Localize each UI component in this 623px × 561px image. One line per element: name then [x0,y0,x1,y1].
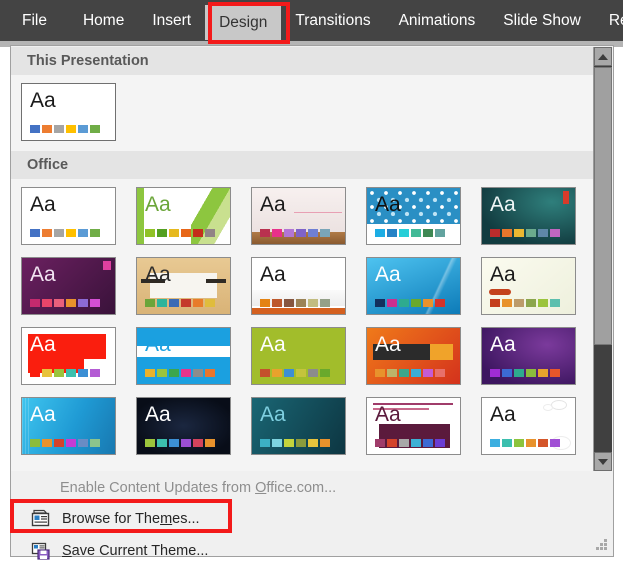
menu-item-label: Save Current Theme... [62,543,209,559]
theme-preview-text: Aa [30,403,56,426]
theme-color-swatches [260,299,330,307]
theme-thumbnail[interactable]: Aa [481,327,576,385]
theme-color-swatches [260,439,330,447]
menu-item-label: Browse for Themes... [62,511,200,527]
ribbon-tab-design[interactable]: Design [205,4,282,40]
theme-thumbnail[interactable]: Aa [251,397,346,455]
theme-thumbnail[interactable]: Aa [366,397,461,455]
theme-color-swatches [375,369,445,377]
menu-item-label: Enable Content Updates from Office.com..… [60,480,337,496]
theme-color-swatches [30,125,100,133]
theme-preview-text: Aa [375,333,401,356]
theme-preview-text: Aa [260,263,286,286]
theme-color-swatches [30,299,100,307]
resize-grip[interactable] [595,538,607,550]
theme-color-swatches [145,439,215,447]
theme-thumbnail[interactable]: Aa [136,327,231,385]
theme-color-swatches [30,369,100,377]
theme-color-swatches [490,369,560,377]
scrollbar-thumb[interactable] [594,67,612,345]
theme-color-swatches [145,369,215,377]
theme-thumbnail[interactable]: Aa [21,397,116,455]
ribbon-tab-home[interactable]: Home [69,0,138,41]
theme-thumbnail[interactable]: Aa [366,327,461,385]
theme-color-swatches [375,299,445,307]
theme-preview-text: Aa [490,263,516,286]
theme-thumbnail[interactable]: Aa [21,327,116,385]
theme-preview-text: Aa [30,89,56,112]
theme-thumbnail[interactable]: Aa [251,187,346,245]
ribbon-tab-insert[interactable]: Insert [138,0,205,41]
chevron-down-icon [598,458,608,465]
theme-thumbnail[interactable]: Aa [136,397,231,455]
theme-preview-text: Aa [375,193,401,216]
themes-gallery-panel: This Presentation Office Enable Content … [10,45,614,560]
theme-preview-text: Aa [145,403,171,426]
theme-color-swatches [145,229,215,237]
section-header-this-presentation: This Presentation [11,47,595,75]
menu-item-browse-for-themes[interactable]: Browse for Themes... [12,504,596,534]
theme-preview-text: Aa [260,333,286,356]
theme-preview-text: Aa [260,193,286,216]
ribbon-tab-slide-show[interactable]: Slide Show [489,0,595,41]
theme-thumbnail[interactable]: Aa [251,257,346,315]
theme-thumbnail[interactable]: Aa [481,257,576,315]
gallery-scrollbar[interactable] [593,47,612,471]
theme-preview-text: Aa [30,193,56,216]
theme-color-swatches [490,439,560,447]
theme-color-swatches [145,299,215,307]
browse-folder-icon [30,508,54,530]
ribbon-tab-review[interactable]: Revi [595,0,623,41]
theme-preview-text: Aa [145,263,171,286]
section-header-office: Office [11,151,595,179]
theme-preview-text: Aa [490,193,516,216]
chevron-up-icon [598,53,608,60]
theme-thumbnail[interactable]: Aa [481,187,576,245]
menu-item-enable-content-updates[interactable]: Enable Content Updates from Office.com..… [12,473,596,503]
theme-color-swatches [375,439,445,447]
scroll-up-button[interactable] [594,47,612,66]
ribbon-tab-animations[interactable]: Animations [385,0,490,41]
theme-color-swatches [490,299,560,307]
theme-preview-text: Aa [145,333,171,356]
powerpoint-design-gallery: File Home Insert Design Transitions Anim… [0,0,623,561]
theme-color-swatches [260,229,330,237]
theme-color-swatches [260,369,330,377]
theme-preview-text: Aa [490,403,516,426]
theme-preview-text: Aa [30,263,56,286]
theme-preview-text: Aa [145,193,171,216]
theme-preview-text: Aa [490,333,516,356]
scroll-down-button[interactable] [594,452,612,471]
theme-preview-text: Aa [30,333,56,356]
theme-thumbnail[interactable]: Aa [21,83,116,141]
theme-thumbnail[interactable]: Aa [136,257,231,315]
theme-preview-text: Aa [375,263,401,286]
menu-item-save-current-theme[interactable]: Save Current Theme... [12,536,596,561]
theme-thumbnail[interactable]: Aa [366,187,461,245]
save-disk-icon [30,540,54,561]
theme-thumbnail[interactable]: Aa [251,327,346,385]
theme-thumbnail[interactable]: Aa [21,187,116,245]
theme-color-swatches [490,229,560,237]
ribbon-tab-transitions[interactable]: Transitions [281,0,384,41]
theme-preview-text: Aa [375,403,401,426]
theme-thumbnail[interactable]: Aa [21,257,116,315]
ribbon-tab-file[interactable]: File [0,0,69,41]
theme-thumbnail[interactable]: Aa [481,397,576,455]
theme-preview-text: Aa [260,403,286,426]
theme-color-swatches [30,439,100,447]
theme-thumbnail[interactable]: Aa [136,187,231,245]
theme-color-swatches [375,229,445,237]
theme-thumbnail[interactable]: Aa [366,257,461,315]
ribbon-tab-bar: File Home Insert Design Transitions Anim… [0,0,623,41]
theme-color-swatches [30,229,100,237]
